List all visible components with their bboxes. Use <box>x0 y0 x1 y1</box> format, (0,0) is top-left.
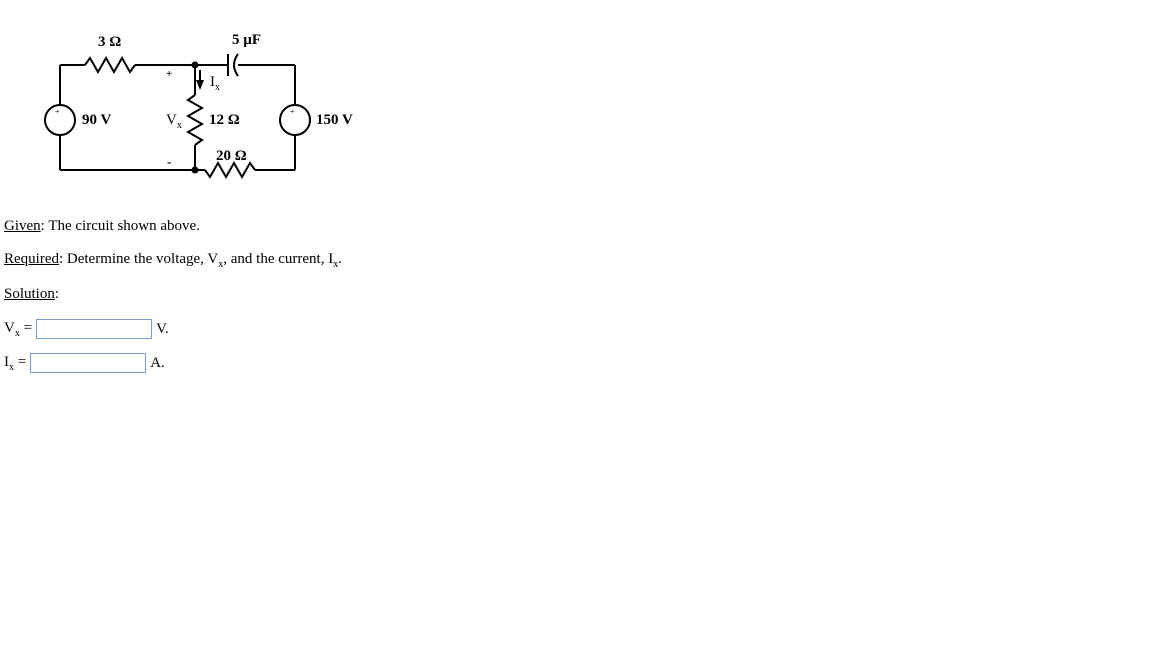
ix-var: Ix = <box>4 354 26 373</box>
given-line: Given: The circuit shown above. <box>4 218 804 235</box>
vx-input[interactable] <box>36 319 152 339</box>
ix-input[interactable] <box>30 353 146 373</box>
circuit-diagram: + _ <box>30 20 390 190</box>
vx-minus: - <box>167 154 171 170</box>
problem-text: Given: The circuit shown above. Required… <box>4 218 804 387</box>
ix-answer-row: Ix = A. <box>4 353 804 373</box>
c1-label: 5 µF <box>232 32 261 49</box>
svg-text:+: + <box>55 107 60 116</box>
r3-label: 20 Ω <box>216 148 247 165</box>
vs2-label: 150 V <box>316 112 353 129</box>
svg-text:_: _ <box>54 125 61 136</box>
r1-label: 3 Ω <box>98 34 121 51</box>
svg-text:_: _ <box>289 125 296 136</box>
ix-unit: A. <box>150 355 165 372</box>
ix-label: Ix <box>210 74 220 93</box>
vx-var: Vx = <box>4 320 32 339</box>
vx-plus: + <box>166 68 172 80</box>
required-line: Required: Determine the voltage, Vx, and… <box>4 251 804 270</box>
vx-unit: V. <box>156 321 169 338</box>
solution-line: Solution: <box>4 286 804 303</box>
r2-label: 12 Ω <box>209 112 240 129</box>
vs1-label: 90 V <box>82 112 111 129</box>
vx-answer-row: Vx = V. <box>4 319 804 339</box>
vx-label: Vx <box>166 112 182 131</box>
svg-text:+: + <box>290 107 295 116</box>
